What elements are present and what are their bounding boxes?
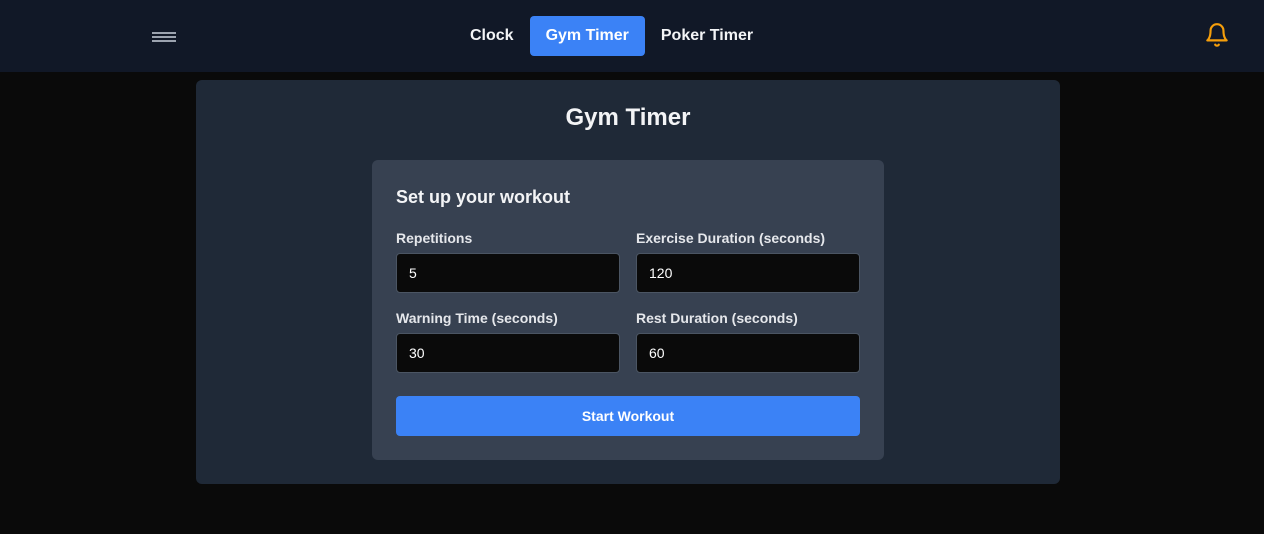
hamburger-menu-icon[interactable] (148, 24, 180, 50)
tab-clock[interactable]: Clock (454, 16, 530, 56)
tab-poker-timer[interactable]: Poker Timer (645, 16, 769, 56)
setup-heading: Set up your workout (396, 187, 571, 207)
exercise-duration-group: Exercise Duration (seconds) (636, 230, 860, 293)
menu-line (152, 32, 176, 34)
repetitions-input[interactable] (396, 253, 620, 293)
menu-line (152, 36, 176, 38)
gym-timer-panel: Gym Timer Set up your workout Repetition… (196, 80, 1060, 484)
top-navigation-bar: Clock Gym Timer Poker Timer (0, 0, 1264, 72)
rest-duration-input[interactable] (636, 333, 860, 373)
warning-time-input[interactable] (396, 333, 620, 373)
mode-tabs: Clock Gym Timer Poker Timer (454, 16, 769, 56)
workout-setup-card: Set up your workout Repetitions Exercise… (372, 160, 884, 460)
repetitions-group: Repetitions (396, 230, 620, 293)
start-workout-button[interactable]: Start Workout (396, 396, 860, 436)
rest-duration-group: Rest Duration (seconds) (636, 310, 860, 373)
warning-time-group: Warning Time (seconds) (396, 310, 620, 373)
page-title: Gym Timer (565, 104, 691, 131)
bell-icon[interactable] (1200, 18, 1234, 52)
rest-duration-label: Rest Duration (seconds) (636, 310, 798, 326)
tab-gym-timer[interactable]: Gym Timer (529, 16, 645, 56)
exercise-duration-input[interactable] (636, 253, 860, 293)
menu-line (152, 40, 176, 42)
exercise-duration-label: Exercise Duration (seconds) (636, 230, 826, 246)
warning-time-label: Warning Time (seconds) (396, 310, 558, 326)
repetitions-label: Repetitions (396, 230, 473, 246)
